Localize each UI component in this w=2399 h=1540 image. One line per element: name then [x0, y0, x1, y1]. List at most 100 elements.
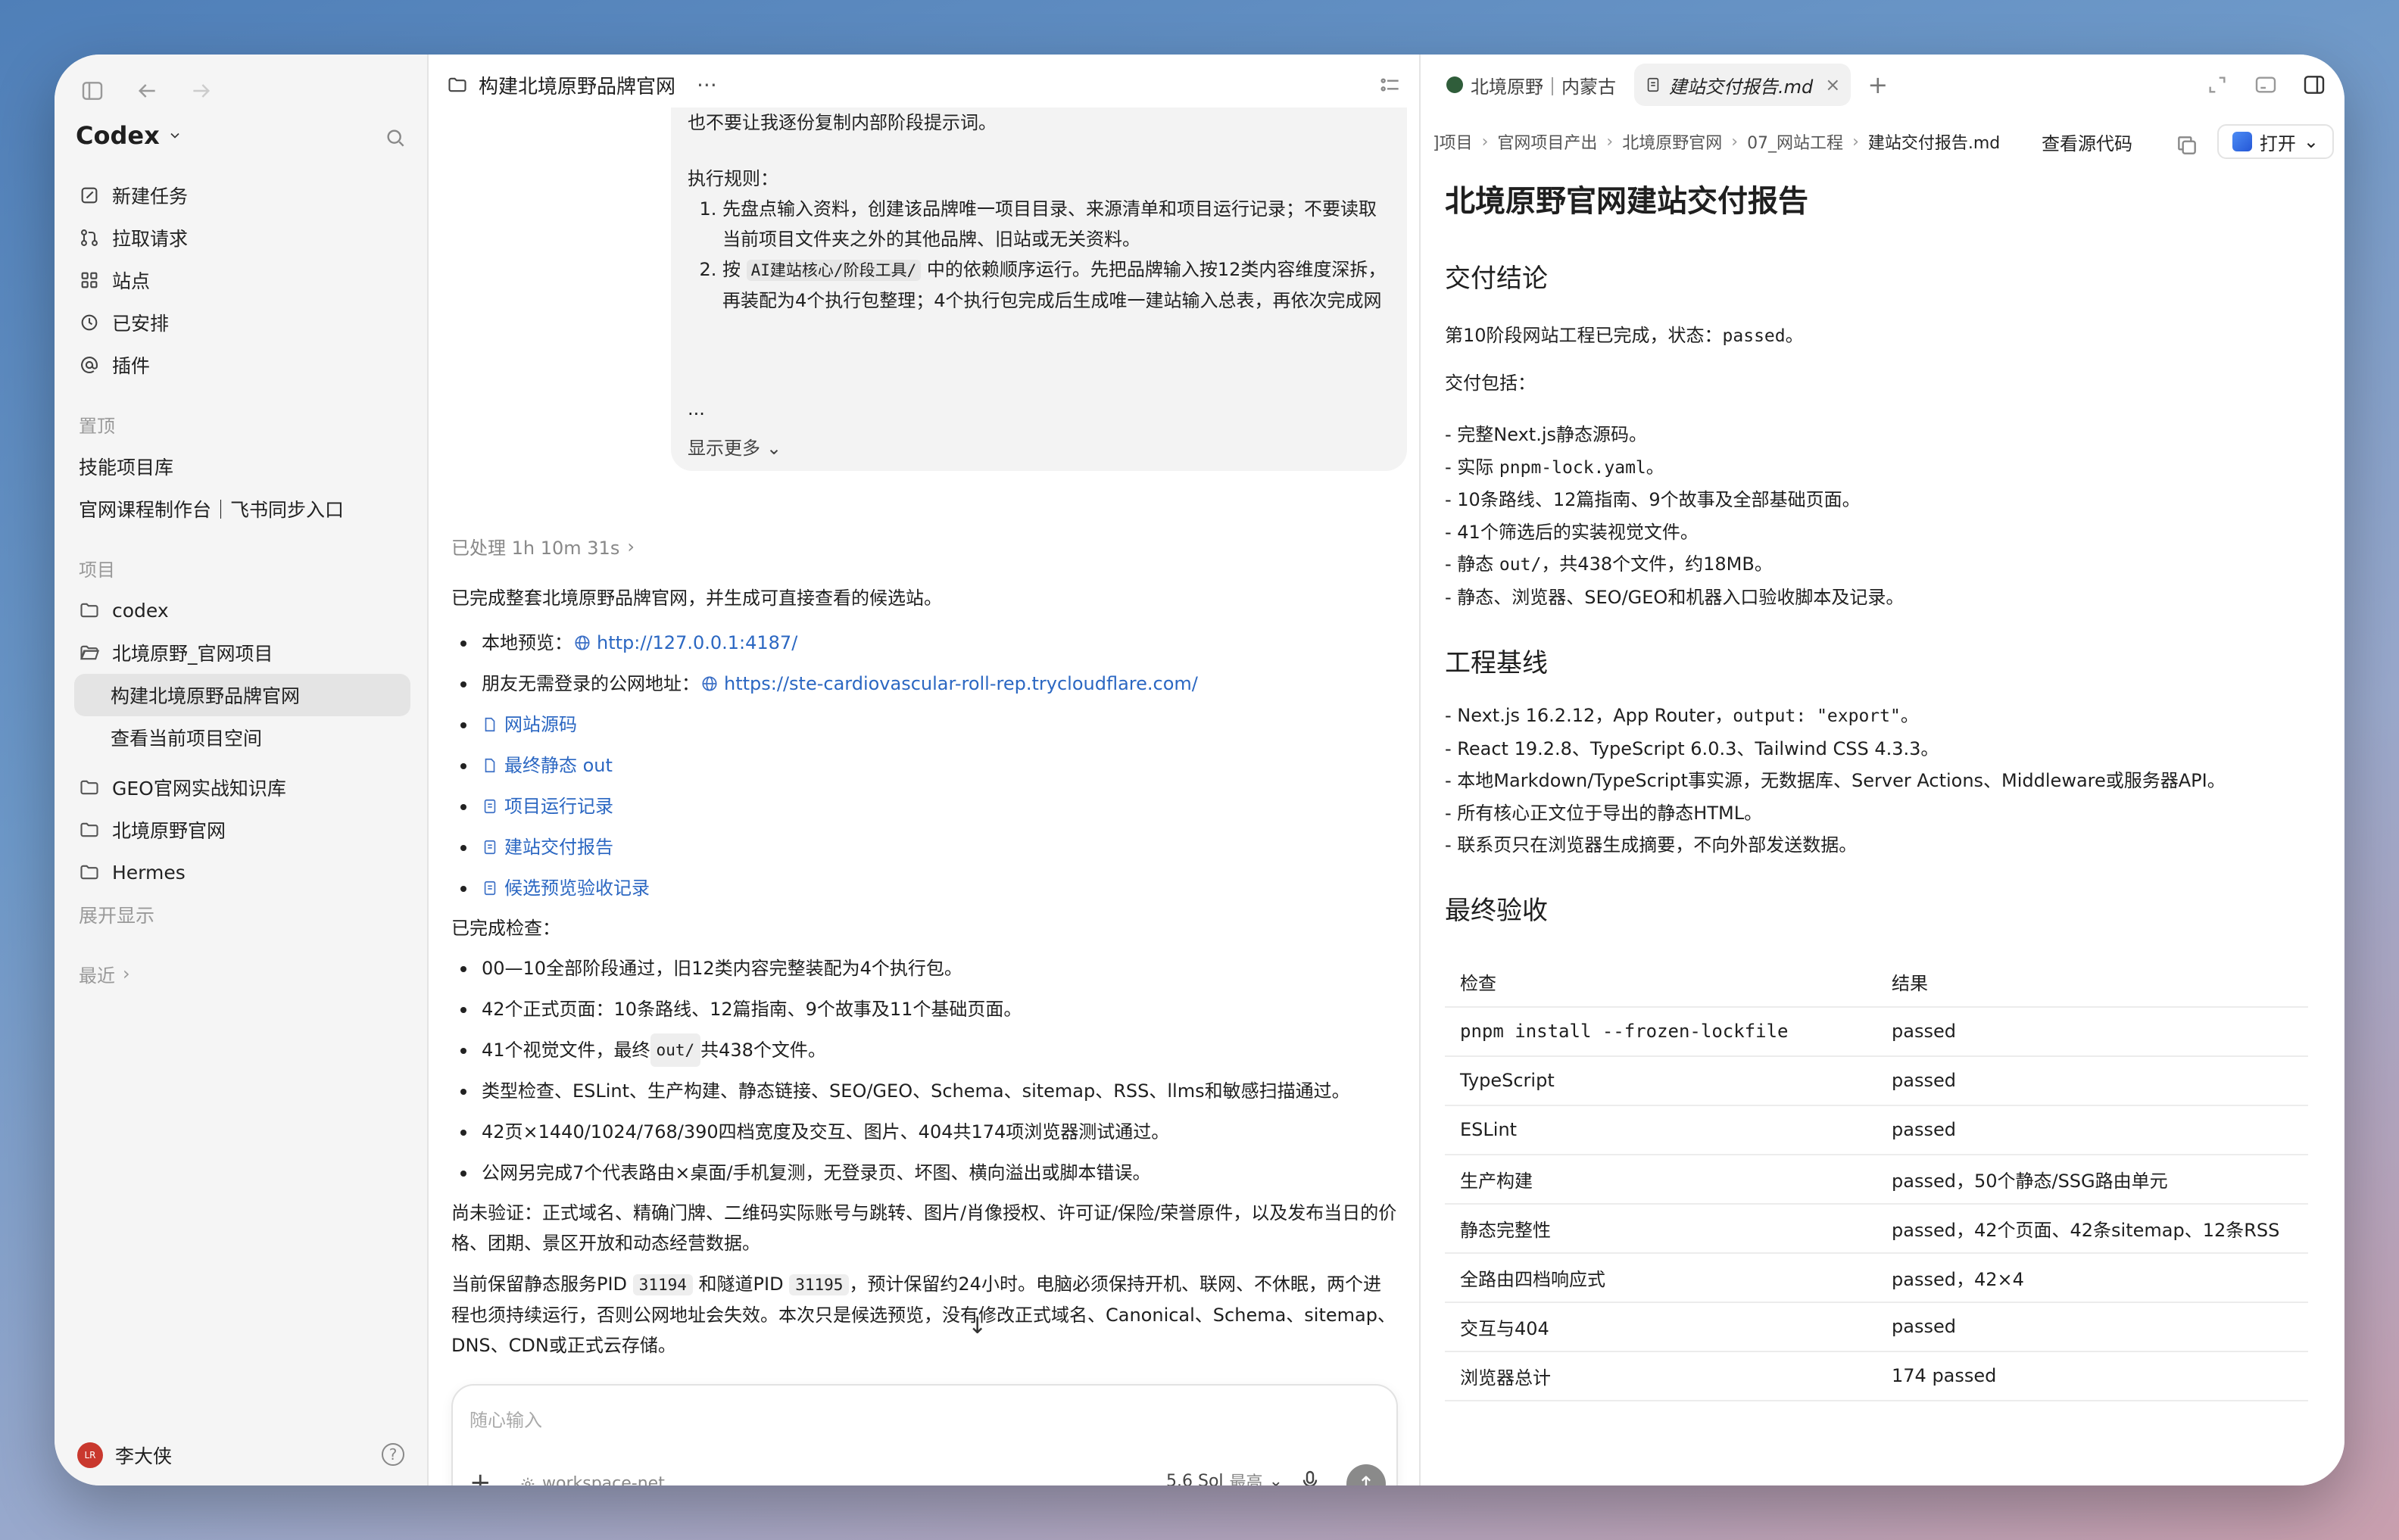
user-message-bubble: 也不要让我逐份复制内部阶段提示词。 执行规则： 先盘点输入资料，创建该品牌唯一项…	[671, 108, 1407, 471]
nav-label: 拉取请求	[112, 228, 189, 250]
nav-scheduled[interactable]: 已安排	[74, 301, 410, 344]
edit-icon	[81, 187, 98, 204]
table-row: 浏览器总计 174 passed	[1445, 1351, 2308, 1401]
check-code: out/	[650, 1033, 701, 1067]
table-cell: passed	[1876, 1055, 2308, 1106]
breadcrumb-item[interactable]: 07_网站工程	[1747, 129, 1843, 154]
pinned-item[interactable]: 官网课程制作台｜飞书同步入口	[74, 488, 410, 530]
user-profile[interactable]: LR 李大侠	[77, 1442, 172, 1469]
terminal-icon[interactable]	[2251, 70, 2281, 100]
doc-title: 北境原野官网建站交付报告	[1445, 184, 1808, 219]
local-preview-link[interactable]: http://127.0.0.1:4187/	[597, 628, 797, 658]
list-item: - 实际 pnpm-lock.yaml。	[1445, 451, 2323, 485]
section-heading: 交付结论	[1445, 263, 1548, 294]
doc-text: ，共438个文件，约18MB。	[1541, 553, 1773, 575]
table-cell: passed，50个静态/SSG路由单元	[1876, 1154, 2308, 1205]
check-item: 42页×1440/1024/768/390四档宽度及交互、图片、404共174项…	[451, 1111, 1398, 1152]
public-url-link[interactable]: https://ste-cardiovascular-roll-rep.tryc…	[724, 669, 1198, 699]
table-row: 生产构建 passed，50个静态/SSG路由单元	[1445, 1154, 2308, 1205]
clock-icon	[81, 314, 98, 331]
thread-item-active[interactable]: 构建北境原野品牌官网	[74, 674, 410, 716]
file-link[interactable]: 网站源码	[504, 709, 577, 740]
check-text: 41个视觉文件，最终	[482, 1040, 650, 1061]
workspace-selector[interactable]: workspace-net	[519, 1474, 665, 1485]
sidebar-toggle-icon[interactable]	[77, 76, 108, 106]
expand-icon[interactable]	[2202, 70, 2232, 100]
tab-site-preview[interactable]: 北境原野｜内蒙古	[1436, 64, 1627, 106]
breadcrumb-item[interactable]: ]项目	[1433, 129, 1473, 154]
breadcrumb-item[interactable]: 北境原野官网	[1622, 129, 1722, 154]
service-text: 和隧道PID	[692, 1273, 790, 1295]
project-item-codex[interactable]: codex	[74, 589, 410, 631]
nav-new-task[interactable]: 新建任务	[74, 174, 410, 217]
list-item: - 静态、浏览器、SEO/GEO和机器入口验收脚本及记录。	[1445, 586, 1905, 608]
pinned-item[interactable]: 技能项目库	[74, 445, 410, 488]
file-link[interactable]: 建站交付报告	[504, 832, 613, 862]
nav-sites[interactable]: 站点	[74, 259, 410, 301]
task-list-icon[interactable]	[1375, 70, 1405, 100]
breadcrumb-item[interactable]: 官网项目产出	[1497, 129, 1597, 154]
show-more-button[interactable]: 显示更多 ⌄	[688, 433, 781, 463]
chat-header: 构建北境原野品牌官网 ···	[429, 55, 1419, 115]
back-arrow-icon[interactable]	[132, 76, 162, 106]
project-item-geo[interactable]: GEO官网实战知识库	[74, 766, 410, 809]
table-row: 全路由四档响应式 passed，42×4	[1445, 1252, 2308, 1303]
chat-title: 构建北境原野品牌官网	[479, 75, 676, 98]
link-label: 朋友无需登录的公网地址：	[482, 673, 700, 694]
doc-text: - 实际	[1445, 456, 1499, 478]
column-header: 结果	[1876, 956, 2308, 1008]
thread-item[interactable]: 查看当前项目空间	[74, 716, 410, 759]
recent-section[interactable]: 最近 ›	[74, 952, 410, 995]
pull-request-icon	[81, 229, 98, 246]
new-tab-icon[interactable]: +	[1867, 70, 1888, 99]
table-cell: passed	[1876, 1006, 2308, 1057]
folder-icon	[80, 822, 98, 837]
processed-time[interactable]: 已处理 1h 10m 31s ›	[451, 533, 635, 560]
workspace-switcher[interactable]: Codex	[76, 121, 182, 150]
rule-item: 先盘点输入资料，创建该品牌唯一项目目录、来源清单和项目运行记录；不要读取当前项目…	[722, 194, 1390, 254]
check-item: 42个正式页面：10条路线、12篇指南、9个故事及11个基础页面。	[451, 989, 1398, 1030]
expand-link[interactable]: 展开显示	[74, 893, 410, 936]
tab-label: 北境原野｜内蒙古	[1471, 76, 1616, 98]
copy-icon[interactable]	[2172, 130, 2202, 161]
folder-open-icon	[80, 645, 100, 660]
tab-report[interactable]: 建站交付报告.md ×	[1634, 64, 1852, 106]
nav-pull-requests[interactable]: 拉取请求	[74, 217, 410, 259]
doc-code: output: "export"	[1733, 706, 1901, 726]
chevron-right-icon: ›	[627, 535, 635, 557]
forward-arrow-icon[interactable]	[186, 76, 217, 106]
file-link[interactable]: 最终静态 out	[504, 750, 613, 781]
send-button[interactable]: ↑	[1346, 1464, 1386, 1485]
list-item: - 本地Markdown/TypeScript事实源，无数据库、Server A…	[1445, 770, 2226, 791]
open-button[interactable]: 打开 ⌄	[2217, 124, 2334, 159]
table-cell: TypeScript	[1445, 1055, 1876, 1106]
sidebar: Codex 新建任务 拉取请求 站点 已安排 插件 置顶 技能项目库 官网课程制…	[55, 55, 429, 1485]
scroll-down-icon[interactable]: ↓	[968, 1313, 987, 1339]
project-item-hermes[interactable]: Hermes	[74, 851, 410, 893]
user-name: 李大侠	[115, 1445, 173, 1467]
table-cell: ESLint	[1445, 1105, 1876, 1155]
table-cell: passed，42×4	[1876, 1252, 2308, 1303]
check-item: 41个视觉文件，最终 out/ 共438个文件。	[451, 1030, 1398, 1071]
doc-text: - 静态	[1445, 553, 1499, 575]
model-selector[interactable]: 5.6 Sol 最高 ⌄	[1166, 1469, 1283, 1486]
view-source-button[interactable]: 查看源代码	[2042, 129, 2132, 155]
panel-toggle-icon[interactable]	[2299, 70, 2329, 100]
more-options-icon[interactable]: ···	[697, 73, 717, 98]
search-icon[interactable]	[380, 123, 410, 153]
chevron-right-icon: ›	[123, 963, 130, 984]
file-link[interactable]: 项目运行记录	[504, 791, 613, 821]
brand-name: Codex	[76, 121, 160, 150]
message-input[interactable]: 随心输入	[470, 1405, 542, 1432]
project-item-site[interactable]: 北境原野官网	[74, 809, 410, 851]
nav-plugins[interactable]: 插件	[74, 344, 410, 386]
rule-text: 按	[722, 259, 747, 280]
help-icon[interactable]: ?	[382, 1443, 404, 1466]
gear-icon	[521, 1477, 535, 1485]
add-attachment-icon[interactable]: +	[470, 1467, 491, 1485]
project-item-beijing-yuanye[interactable]: 北境原野_官网项目	[74, 631, 410, 674]
file-link[interactable]: 候选预览验收记录	[504, 873, 650, 903]
microphone-icon[interactable]	[1295, 1466, 1325, 1485]
project-label: Hermes	[112, 861, 186, 884]
close-icon[interactable]: ×	[1825, 74, 1840, 95]
